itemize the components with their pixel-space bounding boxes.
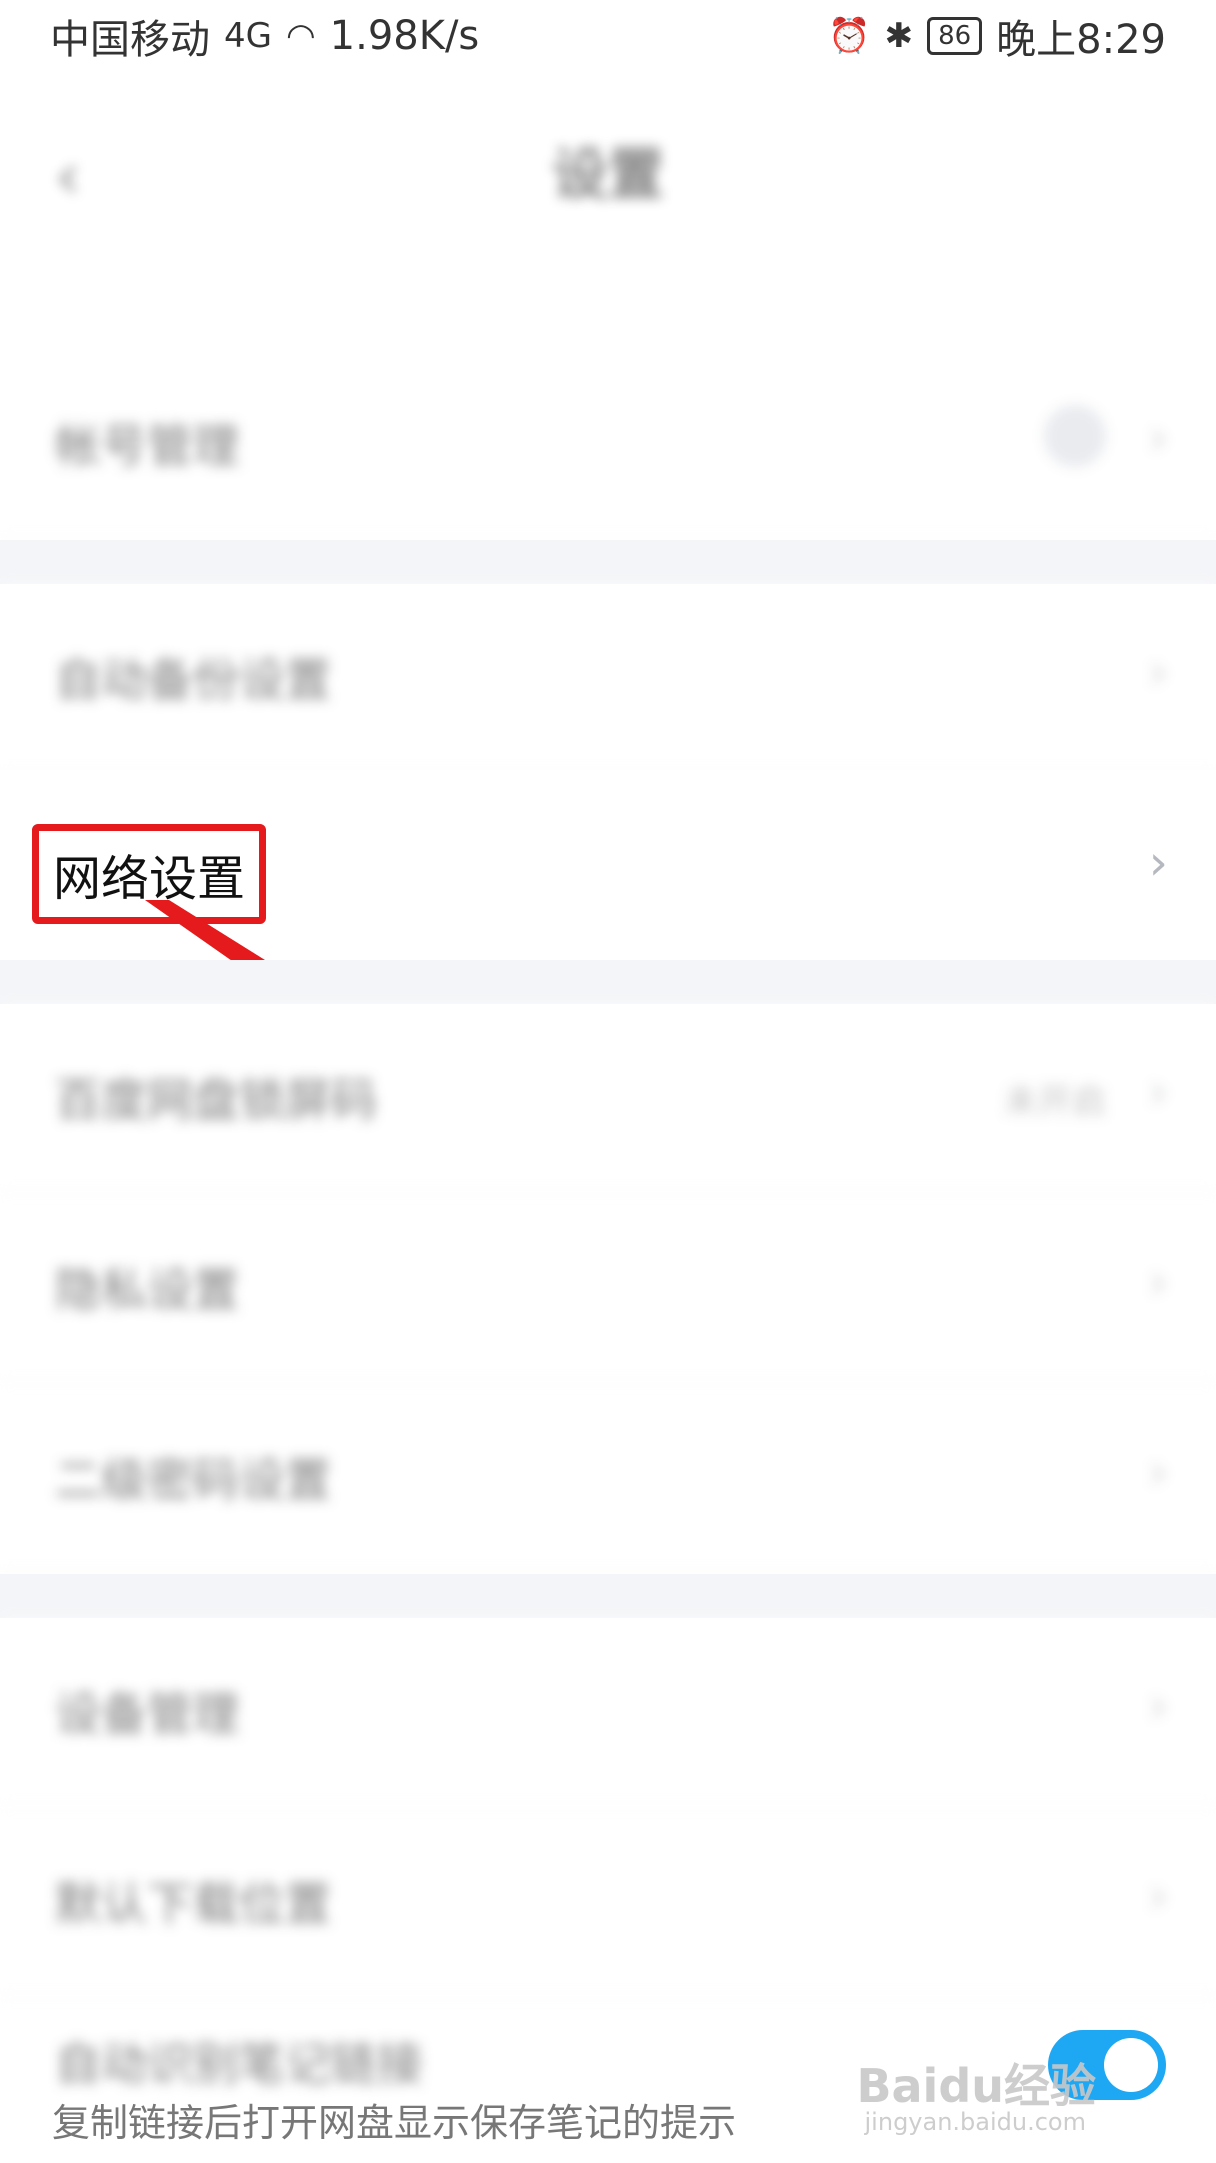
network-speed: 1.98K/s (329, 13, 480, 59)
row-label: 自动备份设置 (55, 653, 331, 707)
row-label: 帐号管理 (55, 419, 239, 473)
status-left: 中国移动 4G ◠ 1.98K/s (50, 7, 479, 65)
baidu-watermark-url: jingyan.baidu.com (864, 2108, 1086, 2136)
battery-icon: 86 (927, 17, 983, 55)
wifi-icon: ◠ (285, 16, 316, 56)
nav-bar: ‹ 设置 (0, 110, 1216, 230)
section-divider (0, 960, 1216, 1004)
chevron-right-icon: › (1148, 1064, 1168, 1120)
chevron-right-icon: › (1148, 1868, 1168, 1924)
carrier-name: 中国移动 (50, 17, 210, 63)
alarm-icon: ⏰ (828, 16, 871, 56)
chevron-right-icon: › (1148, 1444, 1168, 1500)
chevron-right-icon: › (1148, 1678, 1168, 1734)
settings-row-lock-code[interactable]: 百度网盘锁屏码 未开启 › (0, 1004, 1216, 1194)
note-link-hint: 复制链接后打开网盘显示保存笔记的提示 (52, 2101, 737, 2145)
page-title: 设置 (552, 142, 664, 208)
baidu-watermark: Baidu经验 (856, 2059, 1096, 2113)
chevron-right-icon: › (1148, 410, 1168, 466)
back-icon[interactable]: ‹ (55, 140, 81, 214)
row-label: 默认下载位置 (55, 1877, 331, 1931)
section-divider (0, 1574, 1216, 1618)
section-divider (0, 540, 1216, 584)
settings-row-secondary-password[interactable]: 二级密码设置 › (0, 1384, 1216, 1574)
bluetooth-icon: ✱ (884, 16, 914, 56)
chevron-right-icon: › (1148, 644, 1168, 700)
status-bar: 中国移动 4G ◠ 1.98K/s ⏰ ✱ 86 晚上8:29 (0, 0, 1216, 72)
status-time: 晚上8:29 (996, 17, 1166, 63)
avatar (1044, 405, 1106, 467)
row-value: 未开启 (1004, 1082, 1106, 1122)
status-right: ⏰ ✱ 86 晚上8:29 (828, 7, 1166, 65)
chevron-right-icon: › (1148, 835, 1168, 891)
row-label: 百度网盘锁屏码 (55, 1073, 377, 1127)
settings-row-download-location[interactable]: 默认下载位置 › (0, 1808, 1216, 1998)
settings-row-device-management[interactable]: 设备管理 › (0, 1618, 1216, 1808)
row-label: 设备管理 (55, 1687, 239, 1741)
row-label: 隐私设置 (55, 1263, 239, 1317)
chevron-right-icon: › (1148, 1254, 1168, 1310)
toggle-knob (1104, 2038, 1158, 2092)
network-type-icon: 4G (224, 16, 272, 56)
row-label: 二级密码设置 (55, 1453, 331, 1507)
settings-row-account[interactable]: 帐号管理 › (0, 350, 1216, 540)
row-label: 自动识别笔记链接 (55, 2037, 423, 2091)
settings-row-privacy[interactable]: 隐私设置 › (0, 1194, 1216, 1384)
settings-row-auto-backup[interactable]: 自动备份设置 › (0, 584, 1216, 774)
